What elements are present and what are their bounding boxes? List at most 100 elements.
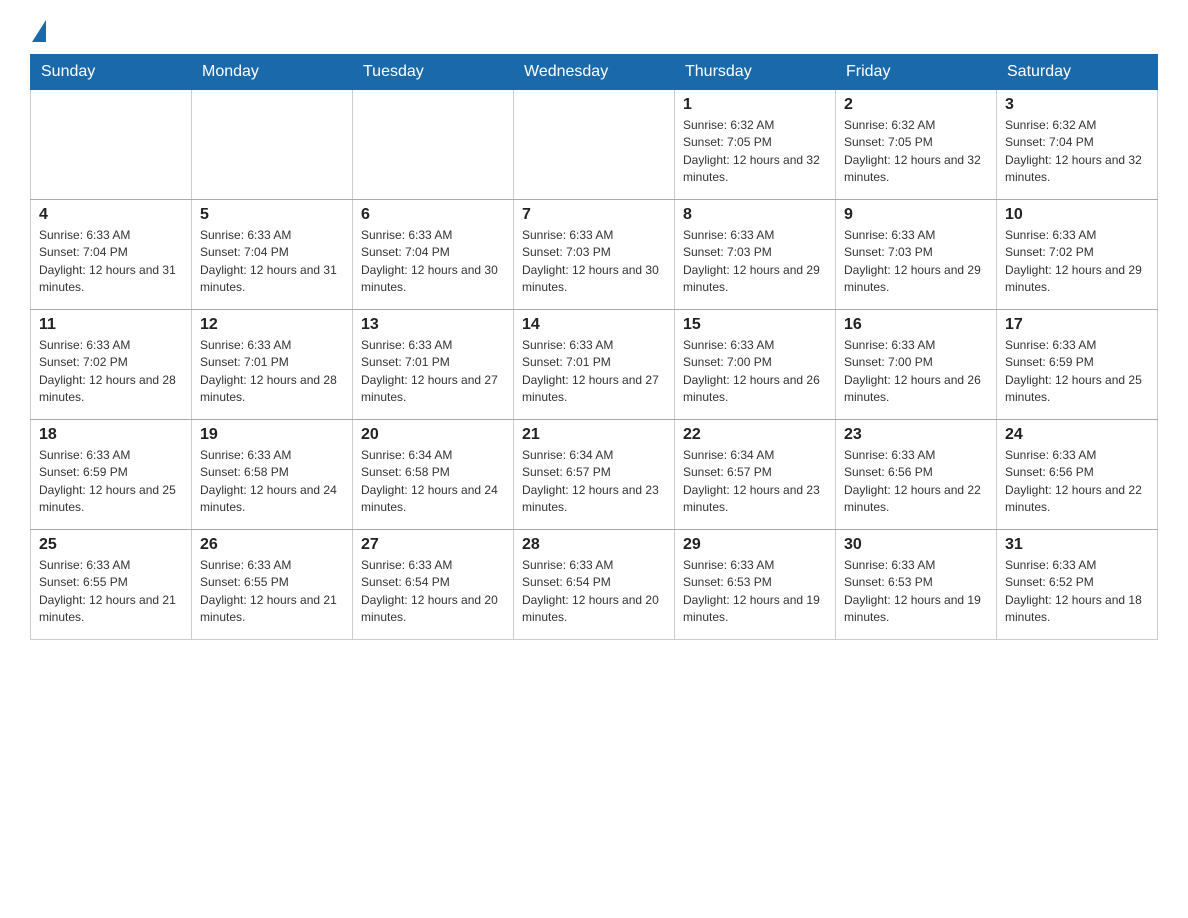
day-number: 31 bbox=[1005, 536, 1149, 554]
day-number: 23 bbox=[844, 426, 988, 444]
calendar-day-cell bbox=[192, 90, 353, 200]
day-number: 18 bbox=[39, 426, 183, 444]
day-of-week-header: Sunday bbox=[31, 55, 192, 90]
day-of-week-header: Friday bbox=[836, 55, 997, 90]
day-info: Sunrise: 6:32 AM Sunset: 7:05 PM Dayligh… bbox=[683, 117, 827, 187]
calendar-week-row: 18 Sunrise: 6:33 AM Sunset: 6:59 PM Dayli… bbox=[31, 420, 1158, 530]
day-info: Sunrise: 6:33 AM Sunset: 6:56 PM Dayligh… bbox=[844, 447, 988, 517]
day-number: 8 bbox=[683, 206, 827, 224]
day-number: 11 bbox=[39, 316, 183, 334]
calendar-day-cell: 7Sunrise: 6:33 AM Sunset: 7:03 PM Daylig… bbox=[514, 200, 675, 310]
calendar-day-cell: 10 Sunrise: 6:33 AM Sunset: 7:02 PM Dayli… bbox=[997, 200, 1158, 310]
day-number: 4 bbox=[39, 206, 183, 224]
calendar-day-cell: 4 Sunrise: 6:33 AM Sunset: 7:04 PM Daylig… bbox=[31, 200, 192, 310]
day-info: Sunrise: 6:34 AM Sunset: 6:58 PM Dayligh… bbox=[361, 447, 505, 517]
day-number: 30 bbox=[844, 536, 988, 554]
page-header bbox=[30, 20, 1158, 36]
day-info: Sunrise: 6:33 AM Sunset: 7:04 PM Dayligh… bbox=[39, 227, 183, 297]
calendar-day-cell: 11Sunrise: 6:33 AM Sunset: 7:02 PM Dayli… bbox=[31, 310, 192, 420]
calendar-day-cell: 15 Sunrise: 6:33 AM Sunset: 7:00 PM Dayli… bbox=[675, 310, 836, 420]
day-info: Sunrise: 6:32 AM Sunset: 7:04 PM Dayligh… bbox=[1005, 117, 1149, 187]
day-number: 12 bbox=[200, 316, 344, 334]
day-info: Sunrise: 6:33 AM Sunset: 6:56 PM Dayligh… bbox=[1005, 447, 1149, 517]
day-info: Sunrise: 6:33 AM Sunset: 7:01 PM Dayligh… bbox=[522, 337, 666, 407]
calendar-day-cell: 27Sunrise: 6:33 AM Sunset: 6:54 PM Dayli… bbox=[353, 530, 514, 640]
day-number: 17 bbox=[1005, 316, 1149, 334]
day-number: 14 bbox=[522, 316, 666, 334]
day-info: Sunrise: 6:33 AM Sunset: 6:52 PM Dayligh… bbox=[1005, 557, 1149, 627]
day-number: 10 bbox=[1005, 206, 1149, 224]
day-info: Sunrise: 6:33 AM Sunset: 7:04 PM Dayligh… bbox=[200, 227, 344, 297]
calendar-day-cell: 2Sunrise: 6:32 AM Sunset: 7:05 PM Daylig… bbox=[836, 90, 997, 200]
logo bbox=[30, 20, 46, 36]
day-info: Sunrise: 6:33 AM Sunset: 6:55 PM Dayligh… bbox=[200, 557, 344, 627]
calendar-day-cell: 19 Sunrise: 6:33 AM Sunset: 6:58 PM Dayli… bbox=[192, 420, 353, 530]
day-info: Sunrise: 6:34 AM Sunset: 6:57 PM Dayligh… bbox=[522, 447, 666, 517]
day-info: Sunrise: 6:33 AM Sunset: 7:03 PM Dayligh… bbox=[522, 227, 666, 297]
day-info: Sunrise: 6:33 AM Sunset: 6:53 PM Dayligh… bbox=[683, 557, 827, 627]
calendar-day-cell: 26 Sunrise: 6:33 AM Sunset: 6:55 PM Dayli… bbox=[192, 530, 353, 640]
calendar-day-cell: 20 Sunrise: 6:34 AM Sunset: 6:58 PM Dayli… bbox=[353, 420, 514, 530]
logo-triangle-icon bbox=[32, 20, 46, 42]
calendar-day-cell bbox=[514, 90, 675, 200]
calendar-day-cell: 24 Sunrise: 6:33 AM Sunset: 6:56 PM Dayli… bbox=[997, 420, 1158, 530]
calendar-day-cell: 6Sunrise: 6:33 AM Sunset: 7:04 PM Daylig… bbox=[353, 200, 514, 310]
day-number: 15 bbox=[683, 316, 827, 334]
day-number: 24 bbox=[1005, 426, 1149, 444]
day-of-week-header: Wednesday bbox=[514, 55, 675, 90]
calendar-day-cell: 8 Sunrise: 6:33 AM Sunset: 7:03 PM Daylig… bbox=[675, 200, 836, 310]
day-info: Sunrise: 6:33 AM Sunset: 7:01 PM Dayligh… bbox=[200, 337, 344, 407]
calendar-day-cell: 28 Sunrise: 6:33 AM Sunset: 6:54 PM Dayli… bbox=[514, 530, 675, 640]
day-info: Sunrise: 6:33 AM Sunset: 7:01 PM Dayligh… bbox=[361, 337, 505, 407]
day-number: 13 bbox=[361, 316, 505, 334]
day-number: 29 bbox=[683, 536, 827, 554]
day-of-week-header: Tuesday bbox=[353, 55, 514, 90]
calendar-day-cell: 5 Sunrise: 6:33 AM Sunset: 7:04 PM Daylig… bbox=[192, 200, 353, 310]
day-number: 20 bbox=[361, 426, 505, 444]
calendar-week-row: 11Sunrise: 6:33 AM Sunset: 7:02 PM Dayli… bbox=[31, 310, 1158, 420]
calendar-day-cell: 17 Sunrise: 6:33 AM Sunset: 6:59 PM Dayli… bbox=[997, 310, 1158, 420]
day-info: Sunrise: 6:33 AM Sunset: 6:59 PM Dayligh… bbox=[39, 447, 183, 517]
day-info: Sunrise: 6:33 AM Sunset: 6:58 PM Dayligh… bbox=[200, 447, 344, 517]
day-number: 5 bbox=[200, 206, 344, 224]
day-number: 16 bbox=[844, 316, 988, 334]
day-of-week-header: Thursday bbox=[675, 55, 836, 90]
day-info: Sunrise: 6:32 AM Sunset: 7:05 PM Dayligh… bbox=[844, 117, 988, 187]
day-info: Sunrise: 6:33 AM Sunset: 7:04 PM Dayligh… bbox=[361, 227, 505, 297]
calendar-day-cell: 21Sunrise: 6:34 AM Sunset: 6:57 PM Dayli… bbox=[514, 420, 675, 530]
day-of-week-header: Saturday bbox=[997, 55, 1158, 90]
day-number: 19 bbox=[200, 426, 344, 444]
day-number: 28 bbox=[522, 536, 666, 554]
calendar-day-cell: 3 Sunrise: 6:32 AM Sunset: 7:04 PM Daylig… bbox=[997, 90, 1158, 200]
calendar-day-cell: 23 Sunrise: 6:33 AM Sunset: 6:56 PM Dayli… bbox=[836, 420, 997, 530]
day-info: Sunrise: 6:33 AM Sunset: 7:02 PM Dayligh… bbox=[1005, 227, 1149, 297]
day-number: 3 bbox=[1005, 96, 1149, 114]
calendar-week-row: 25 Sunrise: 6:33 AM Sunset: 6:55 PM Dayli… bbox=[31, 530, 1158, 640]
day-number: 26 bbox=[200, 536, 344, 554]
day-info: Sunrise: 6:33 AM Sunset: 6:54 PM Dayligh… bbox=[522, 557, 666, 627]
calendar-day-cell: 29 Sunrise: 6:33 AM Sunset: 6:53 PM Dayli… bbox=[675, 530, 836, 640]
day-info: Sunrise: 6:34 AM Sunset: 6:57 PM Dayligh… bbox=[683, 447, 827, 517]
day-info: Sunrise: 6:33 AM Sunset: 7:03 PM Dayligh… bbox=[683, 227, 827, 297]
calendar-day-cell bbox=[353, 90, 514, 200]
day-info: Sunrise: 6:33 AM Sunset: 6:59 PM Dayligh… bbox=[1005, 337, 1149, 407]
day-number: 9 bbox=[844, 206, 988, 224]
calendar-day-cell: 14 Sunrise: 6:33 AM Sunset: 7:01 PM Dayli… bbox=[514, 310, 675, 420]
calendar-day-cell: 22Sunrise: 6:34 AM Sunset: 6:57 PM Dayli… bbox=[675, 420, 836, 530]
day-info: Sunrise: 6:33 AM Sunset: 6:55 PM Dayligh… bbox=[39, 557, 183, 627]
day-info: Sunrise: 6:33 AM Sunset: 6:54 PM Dayligh… bbox=[361, 557, 505, 627]
day-info: Sunrise: 6:33 AM Sunset: 7:00 PM Dayligh… bbox=[683, 337, 827, 407]
calendar-week-row: 1Sunrise: 6:32 AM Sunset: 7:05 PM Daylig… bbox=[31, 90, 1158, 200]
calendar-day-cell: 13 Sunrise: 6:33 AM Sunset: 7:01 PM Dayli… bbox=[353, 310, 514, 420]
calendar-day-cell: 1Sunrise: 6:32 AM Sunset: 7:05 PM Daylig… bbox=[675, 90, 836, 200]
day-info: Sunrise: 6:33 AM Sunset: 6:53 PM Dayligh… bbox=[844, 557, 988, 627]
day-info: Sunrise: 6:33 AM Sunset: 7:03 PM Dayligh… bbox=[844, 227, 988, 297]
calendar-day-cell: 9 Sunrise: 6:33 AM Sunset: 7:03 PM Daylig… bbox=[836, 200, 997, 310]
day-info: Sunrise: 6:33 AM Sunset: 7:00 PM Dayligh… bbox=[844, 337, 988, 407]
calendar-day-cell: 25 Sunrise: 6:33 AM Sunset: 6:55 PM Dayli… bbox=[31, 530, 192, 640]
calendar-day-cell: 16 Sunrise: 6:33 AM Sunset: 7:00 PM Dayli… bbox=[836, 310, 997, 420]
calendar-day-cell: 12 Sunrise: 6:33 AM Sunset: 7:01 PM Dayli… bbox=[192, 310, 353, 420]
day-of-week-header: Monday bbox=[192, 55, 353, 90]
day-number: 25 bbox=[39, 536, 183, 554]
calendar-table: SundayMondayTuesdayWednesdayThursdayFrid… bbox=[30, 54, 1158, 640]
